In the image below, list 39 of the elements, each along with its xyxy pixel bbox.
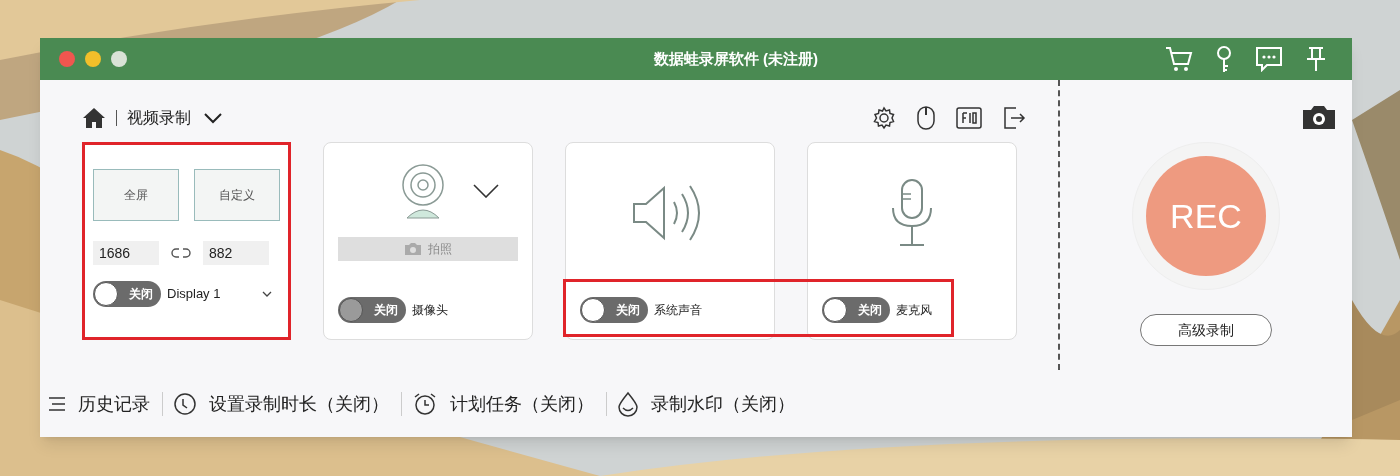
key-icon[interactable] — [1215, 45, 1233, 73]
pin-icon[interactable] — [1305, 46, 1327, 72]
chat-icon[interactable] — [1255, 46, 1283, 72]
hotkey-icon[interactable] — [956, 107, 982, 129]
chevron-down-icon — [262, 291, 272, 297]
display-dropdown[interactable]: Display 1 — [167, 284, 280, 304]
toggle-switch[interactable]: 关闭 — [580, 297, 648, 323]
droplet-icon — [617, 391, 639, 417]
mouse-icon[interactable] — [916, 105, 936, 131]
bottom-bar-item[interactable]: 计划任务（关闭） — [412, 390, 596, 418]
advanced-record-button[interactable]: 高级录制 — [1140, 314, 1272, 346]
camera-label: 摄像头 — [412, 302, 448, 319]
capture-area-button[interactable]: 全屏 — [93, 169, 179, 221]
camera-icon — [404, 242, 422, 256]
toggle-switch[interactable]: 关闭 — [93, 281, 161, 307]
link-icon[interactable] — [171, 246, 191, 260]
camera-icon[interactable] — [1302, 104, 1336, 130]
exit-icon[interactable] — [1002, 106, 1026, 130]
chevron-down-icon[interactable] — [473, 184, 499, 198]
home-icon[interactable] — [82, 107, 106, 129]
alarm-clock-icon — [412, 392, 438, 416]
height-field[interactable]: 882 — [203, 241, 269, 265]
mode-dropdown[interactable]: 视频录制 — [127, 106, 223, 130]
width-field[interactable]: 1686 — [93, 241, 159, 265]
window-title: 数据蛙录屏软件 (未注册) — [652, 48, 820, 69]
clock-icon — [173, 392, 197, 416]
bottom-bar-item[interactable]: 历史记录 — [48, 390, 152, 418]
chevron-down-icon — [203, 112, 223, 124]
audio-source-label: 系统声音 — [654, 302, 702, 319]
audio-source-label: 麦克风 — [896, 302, 932, 319]
list-icon — [48, 396, 66, 412]
zoom-button[interactable] — [111, 51, 127, 67]
cart-icon[interactable] — [1165, 46, 1193, 72]
capture-area-button[interactable]: 自定义 — [194, 169, 280, 221]
microphone-icon — [890, 178, 934, 248]
settings-icon[interactable] — [872, 106, 896, 130]
bottom-bar-item[interactable]: 录制水印（关闭） — [617, 390, 797, 418]
toggle-switch[interactable]: 关闭 — [822, 297, 890, 323]
bottom-bar-item[interactable]: 设置录制时长（关闭） — [173, 390, 391, 418]
